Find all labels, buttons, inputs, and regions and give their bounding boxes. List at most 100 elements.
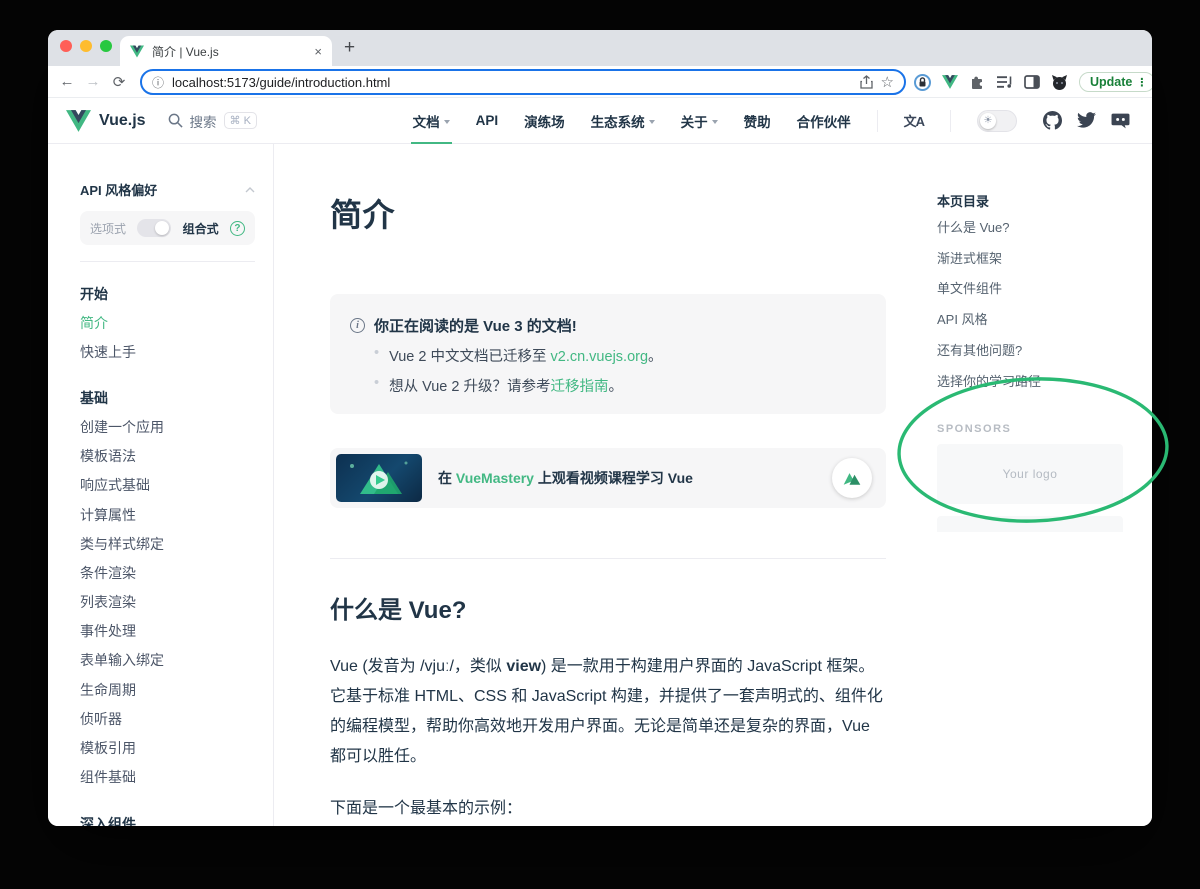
site-title: Vue.js (99, 112, 146, 130)
search-button[interactable]: 搜索 ⌘ K (168, 111, 257, 131)
nav-divider (950, 110, 951, 132)
sidebar-item-快速上手[interactable]: 快速上手 (80, 337, 255, 366)
sidebar-item-简介[interactable]: 简介 (80, 308, 255, 337)
reload-icon[interactable]: ⟳ (106, 73, 132, 91)
migration-guide-link[interactable]: 迁移指南 (551, 379, 609, 395)
sun-icon: ☀ (980, 113, 996, 129)
chrome-update-button[interactable]: Update ⋮ (1079, 72, 1152, 92)
discord-icon[interactable] (1111, 112, 1130, 129)
sidebar-item-创建一个应用[interactable]: 创建一个应用 (80, 412, 255, 441)
nav-item-label: 关于 (681, 111, 708, 131)
section-divider (330, 558, 886, 559)
extensions-puzzle-icon[interactable] (969, 74, 985, 90)
vue-favicon (130, 45, 144, 58)
extensions-row: Update ⋮ (914, 66, 1152, 98)
sidebar-item-事件处理[interactable]: 事件处理 (80, 617, 255, 646)
twitter-icon[interactable] (1077, 112, 1096, 129)
maximize-window-button[interactable] (100, 40, 112, 52)
browser-tab-strip: 简介 | Vue.js × + (48, 30, 1152, 66)
page-title: 简介 (330, 190, 886, 236)
sidebar: API 风格偏好 选项式 组合式 ? 开始简介快速上手基础创建一个应用模板语法响… (48, 144, 273, 826)
vuemastery-banner[interactable]: 在 VueMastery 上观看视频课程学习 Vue (330, 448, 886, 508)
sidebar-section-title: 开始 (80, 284, 255, 304)
nav-item-label: 文档 (413, 111, 440, 131)
nav-item-文档[interactable]: 文档 (413, 98, 450, 144)
vue-devtools-extension-icon[interactable] (942, 75, 958, 89)
nav-item-演练场[interactable]: 演练场 (524, 98, 565, 144)
intro-paragraph: Vue (发音为 /vjuː/，类似 view) 是一款用于构建用户界面的 Ja… (330, 652, 886, 772)
page-info-icon[interactable]: ⓘ (152, 74, 164, 91)
privacy-extension-icon[interactable] (914, 74, 931, 91)
theme-toggle[interactable]: ☀ (977, 110, 1017, 132)
tab-manager-extension-icon[interactable] (996, 75, 1013, 89)
back-icon[interactable]: ← (54, 73, 80, 90)
translations-icon[interactable]: 文A (904, 111, 924, 130)
info-box-title: 你正在阅读的是 Vue 3 的文档! (374, 315, 577, 336)
sidebar-item-生命周期[interactable]: 生命周期 (80, 675, 255, 704)
vuemastery-link[interactable]: VueMastery (456, 470, 534, 486)
help-icon[interactable]: ? (230, 221, 245, 236)
sidebar-item-列表渲染[interactable]: 列表渲染 (80, 588, 255, 617)
api-style-switch[interactable] (137, 219, 171, 237)
sponsor-placeholder-text: Your logo (1003, 467, 1058, 481)
sidebar-item-计算属性[interactable]: 计算属性 (80, 500, 255, 529)
switch-knob (155, 221, 169, 235)
toc-item-还有其他问题?[interactable]: 还有其他问题? (937, 335, 1137, 364)
social-links (1043, 111, 1130, 130)
sidebar-item-模板引用[interactable]: 模板引用 (80, 733, 255, 762)
address-bar[interactable]: ⓘ localhost:5173/guide/introduction.html… (140, 69, 906, 95)
sidebar-item-条件渲染[interactable]: 条件渲染 (80, 558, 255, 587)
sidebar-item-组件基础[interactable]: 组件基础 (80, 763, 255, 792)
browser-toolbar: ← → ⟳ ⓘ localhost:5173/guide/introductio… (48, 66, 1152, 98)
sponsor-placeholder[interactable]: Your logo (937, 444, 1123, 504)
nav-item-label: 合作伙伴 (797, 111, 851, 131)
nav-item-生态系统[interactable]: 生态系统 (591, 98, 655, 144)
options-api-label[interactable]: 选项式 (90, 220, 126, 237)
nav-item-关于[interactable]: 关于 (681, 98, 718, 144)
toc-item-单文件组件[interactable]: 单文件组件 (937, 273, 1137, 302)
nav-item-API[interactable]: API (476, 98, 499, 144)
api-preference-header[interactable]: API 风格偏好 (80, 180, 255, 199)
example-lead-paragraph: 下面是一个最基本的示例： (330, 794, 886, 818)
main-content: 简介 i 你正在阅读的是 Vue 3 的文档! • Vue 2 中文文档已迁移至… (330, 144, 886, 826)
what-is-vue-heading: 什么是 Vue? (330, 590, 886, 625)
reading-panel-extension-icon[interactable] (1024, 75, 1040, 89)
sidebar-section-title: 深入组件 (80, 814, 255, 826)
chevron-up-icon[interactable] (245, 187, 255, 193)
nav-item-label: 生态系统 (591, 111, 645, 131)
info-bullet-migration: • 想从 Vue 2 升级？请参考迁移指南。 (350, 375, 862, 396)
toc-item-渐进式框架[interactable]: 渐进式框架 (937, 242, 1137, 271)
url-text[interactable]: localhost:5173/guide/introduction.html (172, 75, 852, 90)
mascot-extension-icon[interactable] (1051, 74, 1068, 91)
composition-api-label[interactable]: 组合式 (183, 220, 219, 237)
sidebar-item-响应式基础[interactable]: 响应式基础 (80, 471, 255, 500)
sidebar-item-表单输入绑定[interactable]: 表单输入绑定 (80, 646, 255, 675)
vuemastery-logo-icon (842, 471, 862, 486)
nav-item-合作伙伴[interactable]: 合作伙伴 (797, 98, 851, 144)
forward-icon[interactable]: → (80, 73, 106, 90)
bookmark-star-icon[interactable]: ☆ (881, 73, 894, 91)
chevron-down-icon (712, 120, 718, 124)
toc-item-API 风格[interactable]: API 风格 (937, 304, 1137, 333)
new-tab-button[interactable]: + (344, 38, 355, 57)
site-logo[interactable]: Vue.js (66, 110, 146, 132)
nav-item-label: 赞助 (744, 111, 771, 131)
nav-item-赞助[interactable]: 赞助 (744, 98, 771, 144)
close-window-button[interactable] (60, 40, 72, 52)
sidebar-item-类与样式绑定[interactable]: 类与样式绑定 (80, 529, 255, 558)
sidebar-item-侦听器[interactable]: 侦听器 (80, 704, 255, 733)
toc-item-什么是 Vue?[interactable]: 什么是 Vue? (937, 212, 1137, 241)
browser-menu-icon[interactable]: ⋮ (1136, 76, 1147, 89)
minimize-window-button[interactable] (80, 40, 92, 52)
vuemastery-video-thumbnail[interactable] (336, 454, 422, 502)
tab-close-icon[interactable]: × (314, 44, 322, 59)
vue2-docs-link[interactable]: v2.cn.vuejs.org (551, 349, 649, 365)
toc-item-选择你的学习路径[interactable]: 选择你的学习路径 (937, 366, 1137, 395)
github-icon[interactable] (1043, 111, 1062, 130)
browser-tab[interactable]: 简介 | Vue.js × (120, 36, 332, 66)
tab-title: 简介 | Vue.js (152, 43, 306, 60)
share-icon[interactable] (860, 75, 873, 89)
sidebar-item-模板语法[interactable]: 模板语法 (80, 442, 255, 471)
info-box-title-row: i 你正在阅读的是 Vue 3 的文档! (350, 315, 862, 336)
sidebar-rule (80, 261, 255, 262)
